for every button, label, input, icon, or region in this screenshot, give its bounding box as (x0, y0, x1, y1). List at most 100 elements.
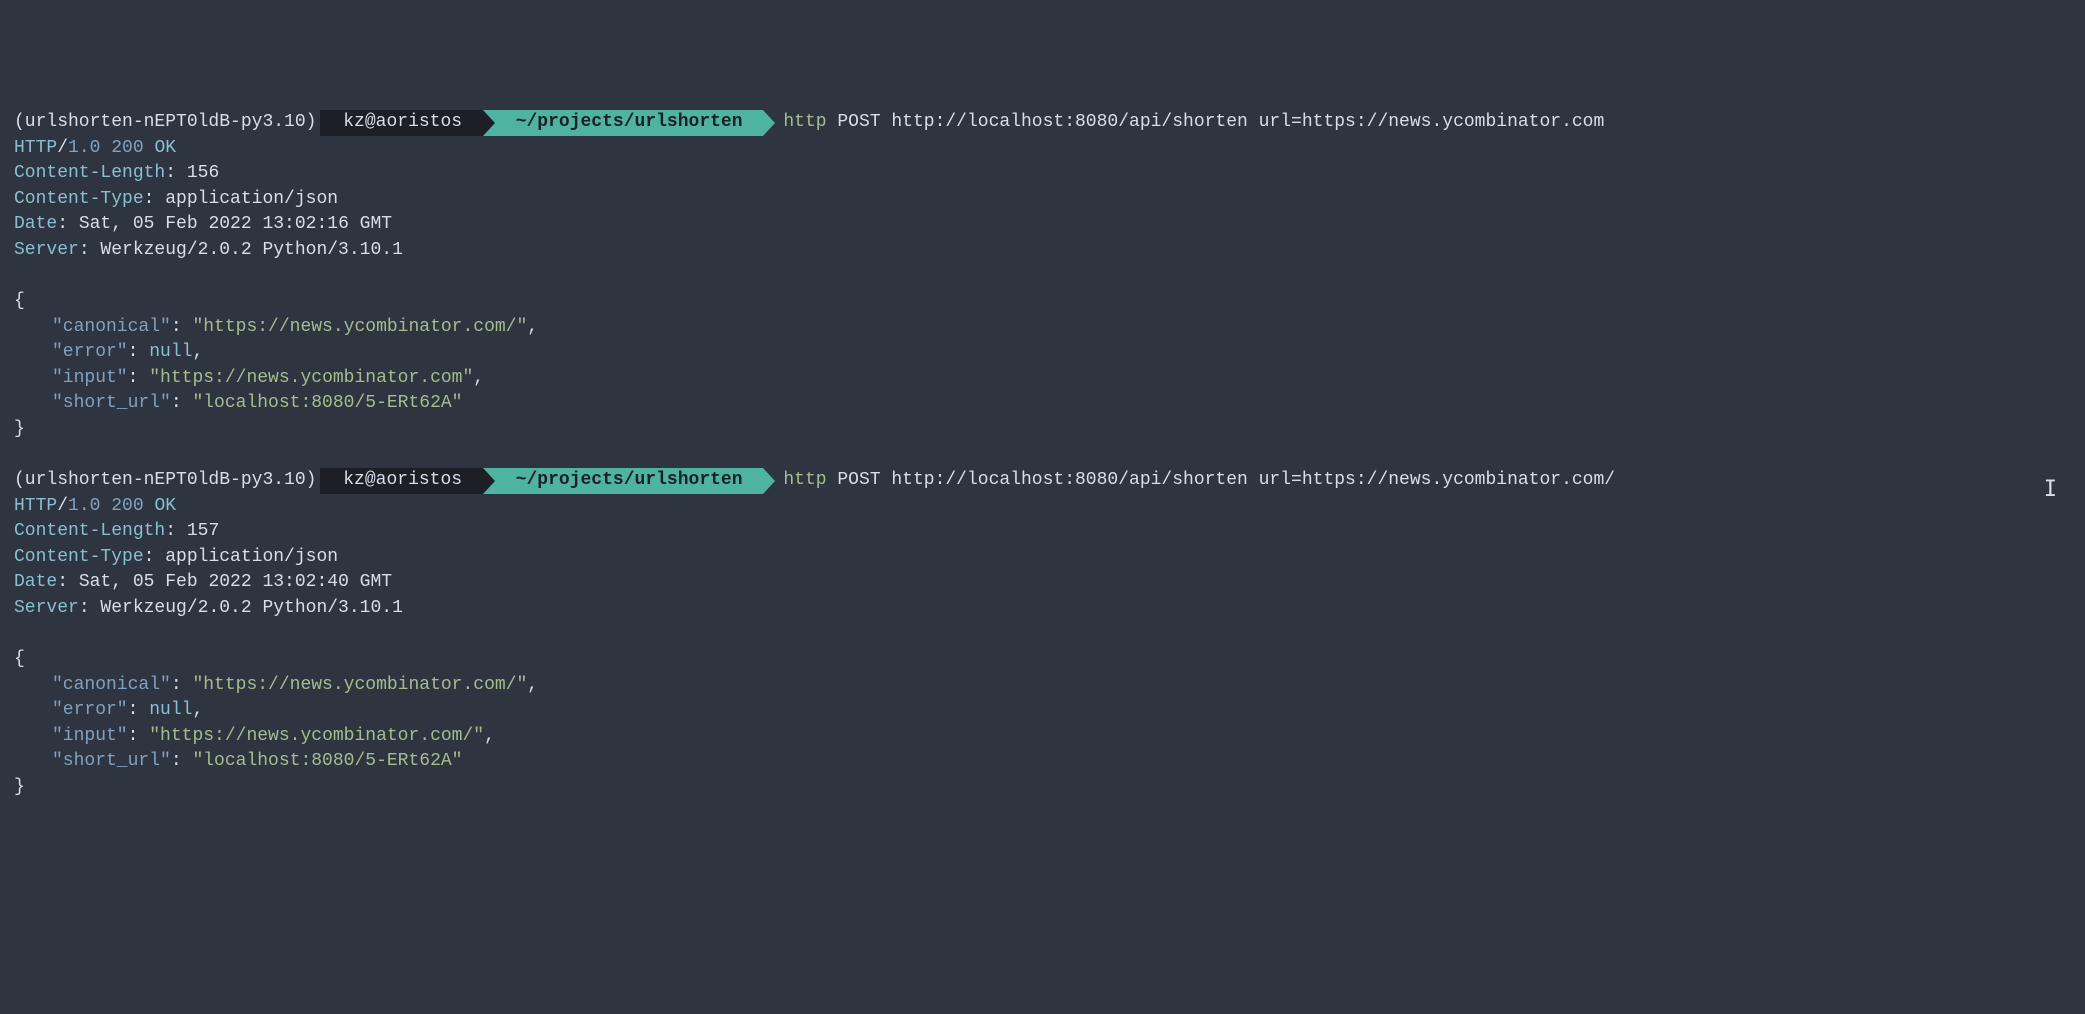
http-version: 1.0 (68, 496, 100, 516)
colon: : (165, 163, 187, 183)
command-args: POST http://localhost:8080/api/shorten u… (827, 470, 1616, 490)
json-trailing-comma: , (484, 726, 495, 746)
json-value: "https://news.ycombinator.com" (149, 368, 473, 388)
http-status-reason: OK (154, 138, 176, 158)
json-trailing-comma: , (192, 700, 203, 720)
json-row: "canonical": "https://news.ycombinator.c… (14, 315, 2071, 341)
http-header-name: Date (14, 214, 57, 234)
http-header-name: Content-Type (14, 547, 144, 567)
http-header-name: Server (14, 240, 79, 260)
http-slash: / (57, 138, 68, 158)
json-row: "error": null, (14, 340, 2071, 366)
json-close-brace: } (14, 775, 2071, 801)
http-status-line: HTTP/1.0 200 OK (14, 494, 2071, 520)
json-row: "input": "https://news.ycombinator.com/"… (14, 724, 2071, 750)
http-status-line: HTTP/1.0 200 OK (14, 136, 2071, 162)
json-row: "short_url": "localhost:8080/5-ERt62A" (14, 391, 2071, 417)
http-header-value: application/json (165, 547, 338, 567)
http-header-name: Content-Length (14, 521, 165, 541)
json-separator: : (171, 317, 193, 337)
http-header-line: Content-Length: 157 (14, 519, 2071, 545)
virtualenv-label: (urlshorten-nEPT0ldB-py3.10) (14, 110, 316, 136)
blank-line (14, 263, 2071, 289)
json-separator: : (171, 751, 193, 771)
http-status-code: 200 (111, 496, 143, 516)
blank-line (14, 622, 2071, 648)
colon: : (144, 547, 166, 567)
http-header-value: 156 (187, 163, 219, 183)
json-open-brace: { (14, 289, 2071, 315)
json-value: "https://news.ycombinator.com/" (149, 726, 484, 746)
json-key: "canonical" (52, 317, 171, 337)
colon: : (144, 189, 166, 209)
http-header-value: application/json (165, 189, 338, 209)
http-header-value: Sat, 05 Feb 2022 13:02:16 GMT (79, 214, 392, 234)
path-segment: ~/projects/urlshorten (483, 110, 763, 136)
json-key: "input" (52, 726, 128, 746)
request-block: (urlshorten-nEPT0ldB-py3.10) kz@aoristos… (14, 468, 2071, 800)
json-key: "error" (52, 700, 128, 720)
http-protocol: HTTP (14, 138, 57, 158)
command-verb: http (783, 112, 826, 132)
json-value: "localhost:8080/5-ERt62A" (192, 751, 462, 771)
http-header-line: Server: Werkzeug/2.0.2 Python/3.10.1 (14, 596, 2071, 622)
http-status-code: 200 (111, 138, 143, 158)
json-row: "short_url": "localhost:8080/5-ERt62A" (14, 749, 2071, 775)
colon: : (57, 572, 79, 592)
json-key: "input" (52, 368, 128, 388)
http-header-line: Date: Sat, 05 Feb 2022 13:02:40 GMT (14, 570, 2071, 596)
text-cursor-icon: 𝙸 (2044, 475, 2057, 506)
user-host-segment: kz@aoristos (320, 468, 482, 494)
json-key: "short_url" (52, 751, 171, 771)
json-key: "error" (52, 342, 128, 362)
colon: : (165, 521, 187, 541)
user-host-segment: kz@aoristos (320, 110, 482, 136)
http-header-value: Werkzeug/2.0.2 Python/3.10.1 (100, 598, 402, 618)
json-separator: : (171, 393, 193, 413)
json-key: "short_url" (52, 393, 171, 413)
json-row: "canonical": "https://news.ycombinator.c… (14, 673, 2071, 699)
http-protocol: HTTP (14, 496, 57, 516)
http-header-name: Server (14, 598, 79, 618)
http-header-value: Werkzeug/2.0.2 Python/3.10.1 (100, 240, 402, 260)
colon: : (79, 598, 101, 618)
terminal-output[interactable]: (urlshorten-nEPT0ldB-py3.10) kz@aoristos… (14, 110, 2071, 800)
json-value: "https://news.ycombinator.com/" (192, 675, 527, 695)
http-header-name: Date (14, 572, 57, 592)
command: http POST http://localhost:8080/api/shor… (783, 468, 1615, 494)
json-open-brace: { (14, 647, 2071, 673)
json-separator: : (128, 342, 150, 362)
http-version: 1.0 (68, 138, 100, 158)
json-value: null (149, 700, 192, 720)
command-args: POST http://localhost:8080/api/shorten u… (827, 112, 1605, 132)
prompt-line: (urlshorten-nEPT0ldB-py3.10) kz@aoristos… (14, 468, 2071, 494)
http-header-line: Date: Sat, 05 Feb 2022 13:02:16 GMT (14, 212, 2071, 238)
json-row: "error": null, (14, 698, 2071, 724)
prompt-line: (urlshorten-nEPT0ldB-py3.10) kz@aoristos… (14, 110, 2071, 136)
command-verb: http (783, 470, 826, 490)
http-header-value: 157 (187, 521, 219, 541)
http-header-line: Content-Length: 156 (14, 161, 2071, 187)
colon: : (57, 214, 79, 234)
http-slash: / (57, 496, 68, 516)
json-value: null (149, 342, 192, 362)
json-value: "https://news.ycombinator.com/" (192, 317, 527, 337)
colon: : (79, 240, 101, 260)
http-header-line: Server: Werkzeug/2.0.2 Python/3.10.1 (14, 238, 2071, 264)
json-separator: : (128, 726, 150, 746)
json-trailing-comma: , (473, 368, 484, 388)
json-close-brace: } (14, 417, 2071, 443)
json-key: "canonical" (52, 675, 171, 695)
command: http POST http://localhost:8080/api/shor… (783, 110, 1604, 136)
http-header-value: Sat, 05 Feb 2022 13:02:40 GMT (79, 572, 392, 592)
http-header-line: Content-Type: application/json (14, 545, 2071, 571)
json-value: "localhost:8080/5-ERt62A" (192, 393, 462, 413)
http-header-name: Content-Length (14, 163, 165, 183)
virtualenv-label: (urlshorten-nEPT0ldB-py3.10) (14, 468, 316, 494)
json-trailing-comma: , (192, 342, 203, 362)
http-status-reason: OK (154, 496, 176, 516)
json-trailing-comma: , (527, 675, 538, 695)
json-separator: : (128, 700, 150, 720)
path-segment: ~/projects/urlshorten (483, 468, 763, 494)
json-separator: : (171, 675, 193, 695)
